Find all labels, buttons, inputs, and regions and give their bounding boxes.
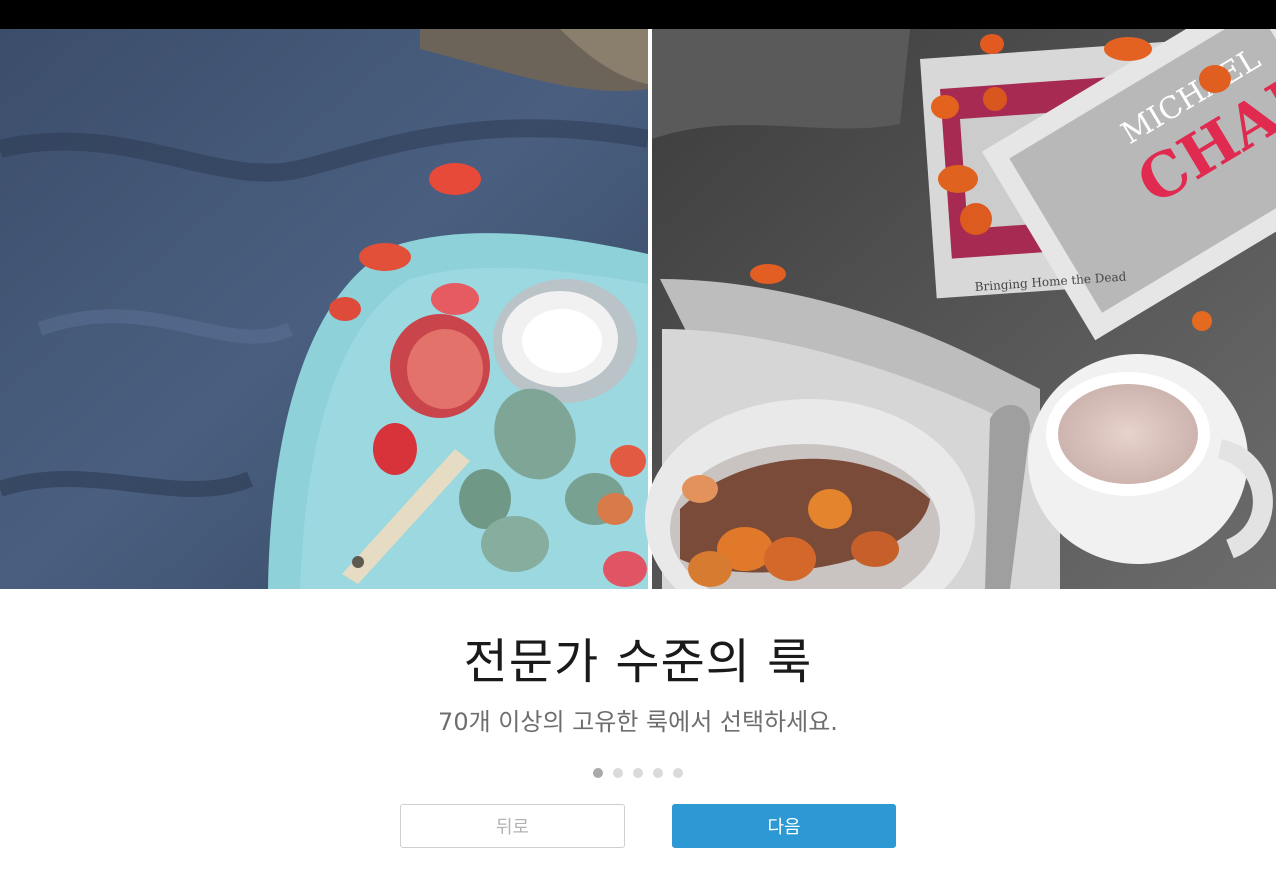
page-dot-5[interactable] [673, 768, 683, 778]
back-button-label: 뒤로 [495, 817, 530, 838]
page-dot-1[interactable] [593, 768, 603, 778]
page-title: 전문가 수준의 룩 [463, 634, 813, 690]
next-button-label: 다음 [767, 817, 801, 838]
before-after-preview: MICHAEL CHAB Bringing Home the Dead [0, 29, 1276, 589]
page-dot-3[interactable] [633, 768, 643, 778]
page-indicator [0, 768, 1276, 778]
back-button[interactable]: 뒤로 [400, 804, 625, 848]
next-button[interactable]: 다음 [672, 804, 896, 848]
page-dot-2[interactable] [613, 768, 623, 778]
page-subtitle: 70개 이상의 고유한 룩에서 선택하세요. [438, 708, 838, 736]
hero-image: MICHAEL CHAB Bringing Home the Dead [0, 29, 1276, 589]
top-bar [0, 0, 1276, 29]
page-dot-4[interactable] [653, 768, 663, 778]
